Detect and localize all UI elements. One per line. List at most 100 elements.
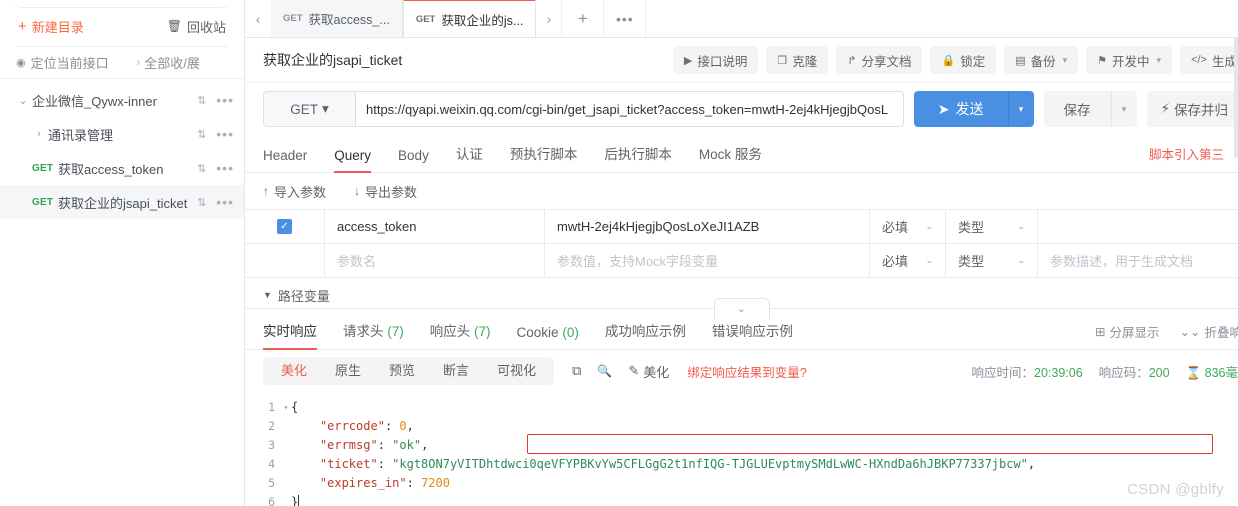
api-description-button[interactable]: ▶ 接口说明: [672, 46, 759, 74]
code-line: 6}: [245, 493, 1238, 506]
tab-post-script[interactable]: 后执行脚本: [604, 143, 672, 172]
import-params-button[interactable]: ↑ 导入参数: [263, 182, 326, 201]
code-text: {: [291, 400, 299, 414]
tab-cookie-count: (0): [562, 325, 579, 340]
tab-scroll-left-button[interactable]: ‹: [245, 0, 271, 37]
param-value-cell[interactable]: mwtH-2ej4kHjegjbQosLoXeJI1AZB: [545, 210, 870, 243]
chevron-right-icon: ›: [37, 128, 41, 140]
http-method-value: GET: [290, 101, 318, 117]
view-mode-assert[interactable]: 断言: [429, 357, 483, 385]
view-mode-raw[interactable]: 原生: [321, 357, 375, 385]
code-text: }: [291, 495, 300, 506]
recycle-bin-button[interactable]: 🗑 回收站: [167, 17, 226, 36]
beautify-button[interactable]: ✎ 美化: [628, 362, 669, 381]
tab-response-headers[interactable]: 响应头 (7): [430, 320, 491, 349]
new-directory-button[interactable]: + 新建目录: [18, 17, 84, 36]
tab-jsapi-ticket[interactable]: GET 获取企业的js...: [402, 0, 537, 37]
param-required-select[interactable]: 必填 ⌄: [870, 244, 946, 277]
save-and-archive-button[interactable]: ⚡ 保存并归: [1146, 91, 1238, 127]
tab-header[interactable]: Header: [263, 148, 307, 172]
save-options-button[interactable]: ▾: [1110, 91, 1137, 127]
param-name-input[interactable]: 参数名: [325, 244, 545, 277]
response-toolbar: 美化 原生 预览 断言 可视化 ⧉ 🔍 ✎ 美化 绑定响应结果到变量? 响应时间…: [245, 350, 1238, 392]
send-label: 发送: [955, 101, 984, 117]
param-type-select[interactable]: 类型 ⌄: [946, 244, 1038, 277]
fold-icon[interactable]: ▾: [281, 398, 291, 417]
save-button[interactable]: 保存: [1043, 91, 1111, 127]
tab-body[interactable]: Body: [398, 148, 429, 172]
code-line: 1 ▾{: [245, 398, 1238, 417]
tab-realtime-response[interactable]: 实时响应: [263, 320, 317, 350]
param-type-select[interactable]: 类型 ⌄: [946, 210, 1038, 243]
collapse-response-button[interactable]: ⌄⌄ 折叠响: [1180, 322, 1238, 341]
tab-error-example[interactable]: 错误响应示例: [712, 320, 793, 349]
more-icon[interactable]: •••: [216, 126, 234, 142]
url-input[interactable]: https://qyapi.weixin.qq.com/cgi-bin/get_…: [355, 91, 904, 127]
sidebar-search-box[interactable]: [14, 0, 230, 8]
search-icon[interactable]: 🔍: [597, 364, 612, 378]
param-description-cell[interactable]: [1038, 210, 1238, 243]
sort-icon[interactable]: ⇅: [197, 196, 206, 209]
editor-tabstrip: ‹ GET 获取access_... GET 获取企业的js... › + ••…: [245, 0, 1238, 38]
generate-code-button[interactable]: </> 生成: [1180, 46, 1238, 74]
tree-item-api-jsapi-ticket[interactable]: GET 获取企业的jsapi_ticket ⇅ •••: [0, 185, 244, 219]
locate-current-api-button[interactable]: ◉ 定位当前接口: [16, 53, 109, 72]
more-icon[interactable]: •••: [216, 160, 234, 176]
param-enabled-cell: ✓: [245, 210, 325, 243]
split-view-button[interactable]: ⊞ 分屏显示: [1095, 322, 1160, 341]
view-mode-preview[interactable]: 预览: [375, 357, 429, 385]
more-icon[interactable]: •••: [216, 92, 234, 108]
tab-scroll-right-button[interactable]: ›: [536, 0, 563, 37]
tab-success-example[interactable]: 成功响应示例: [605, 320, 686, 349]
backup-button[interactable]: ▤ 备份 ▾: [1004, 46, 1079, 74]
send-options-button[interactable]: ▾: [1007, 91, 1034, 127]
export-params-button[interactable]: ↓ 导出参数: [354, 182, 417, 201]
send-button[interactable]: ➤ 发送: [913, 91, 1008, 127]
tab-auth[interactable]: 认证: [456, 143, 483, 172]
code-text: "errmsg": "ok",: [319, 438, 429, 452]
tab-query[interactable]: Query: [334, 148, 371, 173]
tab-method-label: GET: [283, 13, 303, 24]
tree-item-api-access-token[interactable]: GET 获取access_token ⇅ •••: [0, 151, 244, 185]
http-method-select[interactable]: GET ▾: [263, 91, 355, 127]
param-type-value: 类型: [958, 220, 985, 235]
sort-icon[interactable]: ⇅: [197, 94, 206, 107]
tab-request-headers[interactable]: 请求头 (7): [343, 320, 404, 349]
lock-button[interactable]: 🔒 锁定: [930, 46, 997, 74]
tab-options-button[interactable]: •••: [604, 0, 647, 37]
param-description-input[interactable]: 参数描述，用于生成文档: [1038, 244, 1238, 277]
sort-icon[interactable]: ⇅: [197, 162, 206, 175]
response-code: 响应码：200: [1099, 362, 1170, 381]
share-doc-button[interactable]: ↱ 分享文档: [836, 46, 923, 74]
more-icon[interactable]: •••: [216, 194, 234, 210]
sort-icon[interactable]: ⇅: [197, 128, 206, 141]
param-required-select[interactable]: 必填 ⌄: [870, 210, 946, 243]
share-icon: ↱: [847, 54, 857, 67]
response-body-code[interactable]: 1 ▾{2 "errcode": 0, 3 "errmsg": "ok", 4 "ti…: [245, 392, 1238, 506]
tree-item-label: 获取企业的jsapi_ticket: [58, 195, 188, 211]
arrow-down-icon: ↓: [354, 184, 361, 198]
copy-icon[interactable]: ⧉: [572, 363, 581, 379]
line-number: 5: [268, 476, 275, 490]
param-value-input[interactable]: 参数值，支持Mock字段变量: [545, 244, 870, 277]
tab-pre-script[interactable]: 预执行脚本: [510, 143, 578, 172]
expand-all-button[interactable]: › 全部收/展: [137, 53, 200, 72]
tab-cookie[interactable]: Cookie (0): [517, 325, 579, 349]
script-import-note[interactable]: 脚本引入第三: [1149, 144, 1224, 172]
export-params-label: 导出参数: [365, 184, 418, 200]
tree-item-project[interactable]: ⌄ 企业微信_Qywx-inner ⇅ •••: [0, 83, 244, 117]
vertical-scrollbar[interactable]: [1234, 38, 1238, 158]
collapse-response-handle[interactable]: ⌄: [713, 298, 770, 320]
bind-response-to-variable-link[interactable]: 绑定响应结果到变量?: [687, 362, 806, 381]
view-mode-visualize[interactable]: 可视化: [483, 357, 550, 385]
param-checkbox[interactable]: ✓: [277, 219, 292, 234]
status-button[interactable]: ⚑ 开发中 ▾: [1086, 46, 1173, 74]
new-tab-button[interactable]: +: [562, 0, 605, 37]
clone-button[interactable]: ❐ 克隆: [766, 46, 829, 74]
view-mode-beautify[interactable]: 美化: [267, 357, 321, 385]
tab-mock-service[interactable]: Mock 服务: [699, 143, 762, 172]
tab-access-token[interactable]: GET 获取access_...: [271, 0, 403, 37]
tree-item-folder[interactable]: › 通讯录管理 ⇅ •••: [0, 117, 244, 151]
param-name-cell[interactable]: access_token: [325, 210, 545, 243]
chevron-down-icon: ▾: [1156, 54, 1162, 65]
